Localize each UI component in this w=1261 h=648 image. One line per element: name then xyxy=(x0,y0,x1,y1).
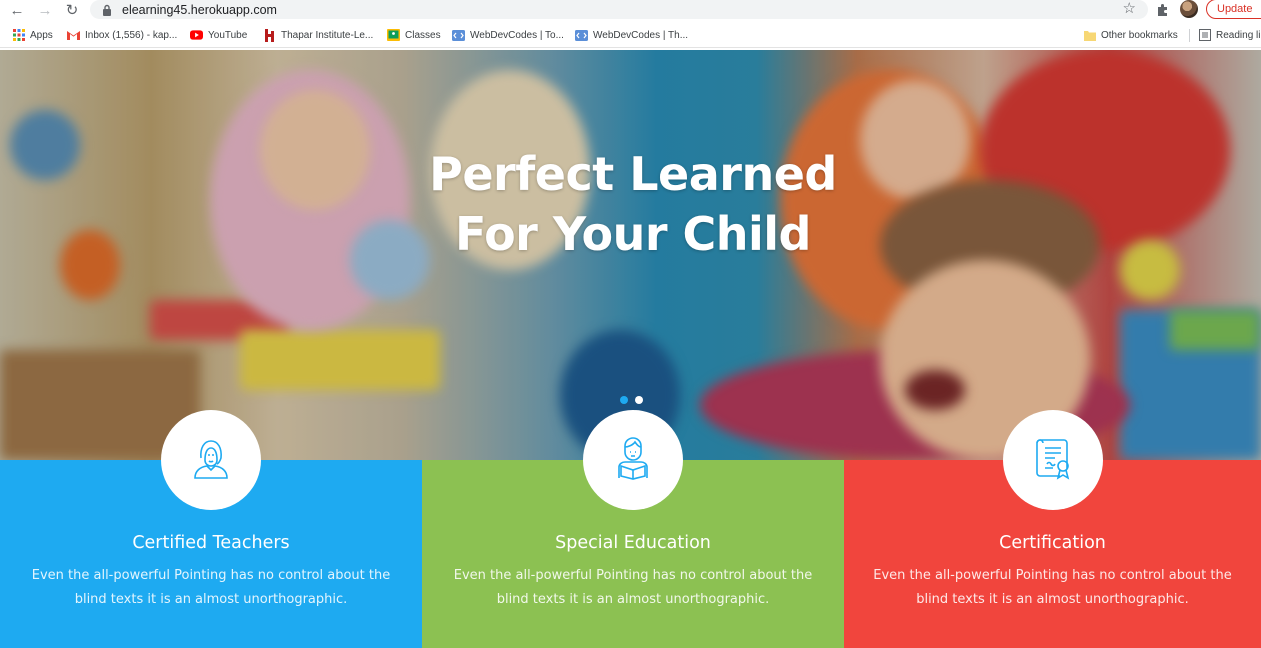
feature-card-certified-teachers: Certified Teachers Even the all-powerful… xyxy=(0,410,422,648)
folder-icon xyxy=(1083,29,1096,42)
bookmark-classes[interactable]: Classes xyxy=(387,24,441,46)
forward-button[interactable]: → xyxy=(32,0,58,20)
certificate-icon xyxy=(1032,436,1074,485)
bookmark-label: Inbox (1,556) - kap... xyxy=(85,29,178,41)
bookmarks-bar: Apps Inbox (1,556) - kap... YouTube Thap… xyxy=(0,24,1261,48)
other-bookmarks[interactable]: Other bookmarks xyxy=(1083,24,1178,46)
bookmark-youtube[interactable]: YouTube xyxy=(190,24,247,46)
reload-button[interactable]: ↻ xyxy=(59,0,85,20)
gmail-icon xyxy=(67,29,80,42)
arrow-right-icon: → xyxy=(37,1,53,19)
apps-grid-icon xyxy=(12,29,25,42)
feature-title: Special Education xyxy=(555,533,711,553)
student-reading-icon xyxy=(613,436,653,485)
profile-avatar[interactable] xyxy=(1180,0,1198,18)
bookmark-apps[interactable]: Apps xyxy=(12,24,53,46)
slider-dot-1[interactable] xyxy=(620,396,628,404)
teacher-icon xyxy=(191,436,231,485)
hero-slider: Perfect Learned For Your Child xyxy=(0,50,1261,460)
bookmark-label: Classes xyxy=(405,29,441,41)
hero-title: Perfect Learned For Your Child xyxy=(0,144,1261,264)
other-bookmarks-label: Other bookmarks xyxy=(1101,29,1178,41)
bookmark-star-icon[interactable]: ☆ xyxy=(1123,1,1136,17)
slider-dot-2[interactable] xyxy=(635,396,643,404)
features-section: Certified Teachers Even the all-powerful… xyxy=(0,410,1261,648)
address-bar[interactable]: elearning45.herokuapp.com ☆ xyxy=(90,0,1148,19)
feature-title: Certified Teachers xyxy=(132,533,290,553)
url-text: elearning45.herokuapp.com xyxy=(122,2,277,17)
hero-title-line-1: Perfect Learned xyxy=(429,147,837,201)
bookmark-webdevcodes-1[interactable]: WebDevCodes | To... xyxy=(452,24,564,46)
classroom-icon xyxy=(387,29,400,42)
bookmarks-separator xyxy=(1189,29,1190,42)
reading-list-label: Reading li xyxy=(1216,29,1261,41)
webdevcodes-icon xyxy=(575,29,588,42)
feature-text: Even the all-powerful Pointing has no co… xyxy=(873,568,1232,607)
slider-dots xyxy=(620,396,643,404)
reload-icon: ↻ xyxy=(65,2,79,19)
back-button[interactable]: ← xyxy=(4,0,30,20)
bookmark-thapar[interactable]: Thapar Institute-Le... xyxy=(263,24,373,46)
reading-list-icon xyxy=(1198,29,1211,42)
webdevcodes-icon xyxy=(452,29,465,42)
update-button[interactable]: Update xyxy=(1206,0,1261,19)
update-label: Update xyxy=(1217,3,1253,15)
feature-card-special-education: Special Education Even the all-powerful … xyxy=(422,410,844,648)
extensions-puzzle-icon[interactable] xyxy=(1155,2,1171,18)
thapar-icon xyxy=(263,28,276,42)
bookmark-label: YouTube xyxy=(208,29,248,41)
bookmark-label: WebDevCodes | To... xyxy=(470,29,564,41)
reading-list[interactable]: Reading li xyxy=(1198,24,1260,46)
feature-title: Certification xyxy=(999,533,1106,553)
arrow-left-icon: ← xyxy=(9,1,25,19)
browser-toolbar: ← → ↻ elearning45.herokuapp.com ☆ Update xyxy=(0,0,1261,22)
feature-icon-circle xyxy=(161,410,261,510)
feature-text: Even the all-powerful Pointing has no co… xyxy=(31,568,391,607)
feature-text: Even the all-powerful Pointing has no co… xyxy=(453,568,813,607)
youtube-icon xyxy=(190,29,203,42)
bookmark-gmail[interactable]: Inbox (1,556) - kap... xyxy=(67,24,177,46)
bookmark-label: Thapar Institute-Le... xyxy=(281,29,374,41)
hero-title-line-2: For Your Child xyxy=(455,207,811,261)
bookmark-label: WebDevCodes | Th... xyxy=(593,29,689,41)
feature-icon-circle xyxy=(583,410,683,510)
lock-icon xyxy=(100,3,114,17)
feature-icon-circle xyxy=(1002,410,1103,510)
feature-card-certification: Certification Even the all-powerful Poin… xyxy=(844,410,1261,648)
bookmark-label: Apps xyxy=(30,29,53,41)
bookmark-webdevcodes-2[interactable]: WebDevCodes | Th... xyxy=(575,24,688,46)
